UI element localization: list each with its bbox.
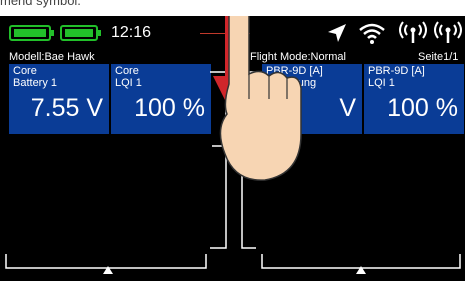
trim-marker <box>356 266 366 274</box>
transmitter-screen[interactable]: 12:16 Modell:Bae Hawk Flight Mode:Normal… <box>0 16 465 281</box>
caption-text: mend symbol. <box>0 0 81 8</box>
trim-marker <box>103 266 113 274</box>
hand-pointer-icon <box>219 16 302 181</box>
